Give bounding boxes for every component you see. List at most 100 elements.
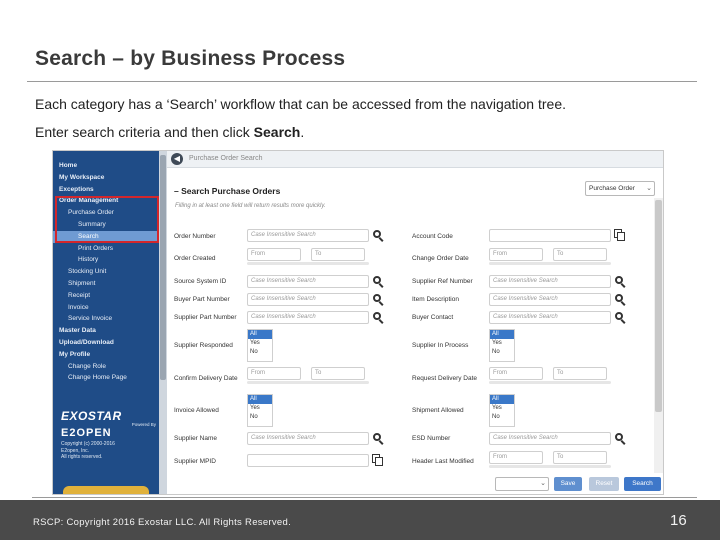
option-yes[interactable]: Yes <box>490 339 514 348</box>
nav-item-my-workspace[interactable]: My Workspace <box>53 172 157 184</box>
nav-item-shipment[interactable]: Shipment <box>53 278 157 290</box>
nav-item-invoice[interactable]: Invoice <box>53 302 157 314</box>
label-confirm-delivery-date: Confirm Delivery Date <box>174 375 238 382</box>
label-supplier-part-number: Supplier Part Number <box>174 314 237 321</box>
search-icon[interactable] <box>372 311 384 324</box>
option-all[interactable]: All <box>248 395 272 404</box>
label-account-code: Account Code <box>412 233 453 240</box>
supplier-responded-list[interactable]: All Yes No <box>247 329 273 362</box>
nav-scrollbar[interactable] <box>159 151 167 494</box>
invoice-allowed-list[interactable]: All Yes No <box>247 394 273 427</box>
nav-item-change-home-page[interactable]: Change Home Page <box>53 372 157 384</box>
supplier-in-process-list[interactable]: All Yes No <box>489 329 515 362</box>
search-icon[interactable] <box>614 311 626 324</box>
document-type-select[interactable]: Purchase Order ⌄ <box>585 181 655 196</box>
copyright-line-3: All rights reserved. <box>61 454 103 460</box>
search-icon[interactable] <box>372 432 384 445</box>
header-last-modified-to[interactable]: To <box>553 451 607 464</box>
main-scrollbar-thumb[interactable] <box>655 200 662 412</box>
confirm-delivery-date-range: From To <box>247 367 369 384</box>
buyer-contact-input[interactable]: Case Insensitive Search <box>489 311 611 324</box>
nav-item-print-orders[interactable]: Print Orders <box>53 243 157 255</box>
header-last-modified-slider[interactable] <box>489 465 611 468</box>
nav-item-receipt[interactable]: Receipt <box>53 290 157 302</box>
app-screenshot: Home My Workspace Exceptions Order Manag… <box>52 150 664 495</box>
save-button[interactable]: Save <box>554 477 582 491</box>
item-description-input[interactable]: Case Insensitive Search <box>489 293 611 306</box>
search-icon[interactable] <box>372 293 384 306</box>
option-no[interactable]: No <box>490 413 514 422</box>
request-delivery-date-to[interactable]: To <box>553 367 607 380</box>
search-button[interactable]: Search <box>624 477 661 491</box>
exostar-logo: EXOSTAR <box>61 409 122 423</box>
option-no[interactable]: No <box>248 413 272 422</box>
footer-copyright: RSCP: Copyright 2016 Exostar LLC. All Ri… <box>33 517 292 528</box>
search-icon[interactable] <box>614 275 626 288</box>
change-order-date-to[interactable]: To <box>553 248 607 261</box>
search-icon[interactable] <box>372 229 384 242</box>
option-all[interactable]: All <box>490 330 514 339</box>
e2open-logo: E2OPEN <box>61 427 112 439</box>
confirm-delivery-date-from[interactable]: From <box>247 367 301 380</box>
highlight-box <box>55 196 159 243</box>
shipment-allowed-list[interactable]: All Yes No <box>489 394 515 427</box>
copy-icon[interactable] <box>372 454 384 467</box>
header-last-modified-from[interactable]: From <box>489 451 543 464</box>
option-all[interactable]: All <box>248 330 272 339</box>
nav-item-upload-download[interactable]: Upload/Download <box>53 337 157 349</box>
option-yes[interactable]: Yes <box>248 404 272 413</box>
option-yes[interactable]: Yes <box>490 404 514 413</box>
slide-title: Search – by Business Process <box>35 47 346 70</box>
source-system-id-input[interactable]: Case Insensitive Search <box>247 275 369 288</box>
saved-search-select[interactable]: ⌄ <box>495 477 549 491</box>
option-all[interactable]: All <box>490 395 514 404</box>
request-delivery-date-slider[interactable] <box>489 381 611 384</box>
reset-button[interactable]: Reset <box>589 477 619 491</box>
request-delivery-date-from[interactable]: From <box>489 367 543 380</box>
supplier-ref-number-input[interactable]: Case Insensitive Search <box>489 275 611 288</box>
breadcrumb: Purchase Order Search <box>189 155 263 162</box>
order-created-range: From To <box>247 248 369 265</box>
nav-item-service-invoice[interactable]: Service Invoice <box>53 313 157 325</box>
order-number-input[interactable]: Case Insensitive Search <box>247 229 369 242</box>
order-created-to[interactable]: To <box>311 248 365 261</box>
supplier-mpid-input[interactable] <box>247 454 369 467</box>
search-icon[interactable] <box>372 275 384 288</box>
nav-item-stocking-unit[interactable]: Stocking Unit <box>53 266 157 278</box>
order-created-slider[interactable] <box>247 262 369 265</box>
confirm-delivery-date-to[interactable]: To <box>311 367 365 380</box>
nav-item-home[interactable]: Home <box>53 160 157 172</box>
nav-bottom-tab[interactable] <box>63 486 149 494</box>
copy-icon[interactable] <box>614 229 626 242</box>
nav-scrollbar-thumb[interactable] <box>160 155 166 380</box>
intro-text: Each category has a ‘Search’ workflow th… <box>35 96 566 112</box>
section-title[interactable]: – Search Purchase Orders <box>174 186 280 196</box>
chevron-down-icon: ⌄ <box>540 480 546 487</box>
option-yes[interactable]: Yes <box>248 339 272 348</box>
label-buyer-part-number: Buyer Part Number <box>174 296 230 303</box>
option-no[interactable]: No <box>248 348 272 357</box>
supplier-part-number-input[interactable]: Case Insensitive Search <box>247 311 369 324</box>
confirm-delivery-date-slider[interactable] <box>247 381 369 384</box>
title-divider <box>27 81 697 82</box>
search-icon[interactable] <box>614 432 626 445</box>
search-icon[interactable] <box>614 293 626 306</box>
nav-item-change-role[interactable]: Change Role <box>53 361 157 373</box>
buyer-part-number-input[interactable]: Case Insensitive Search <box>247 293 369 306</box>
nav-item-my-profile[interactable]: My Profile <box>53 349 157 361</box>
esd-number-input[interactable]: Case Insensitive Search <box>489 432 611 445</box>
back-arrow-icon[interactable]: ◀ <box>171 153 183 165</box>
order-created-from[interactable]: From <box>247 248 301 261</box>
change-order-date-slider[interactable] <box>489 262 611 265</box>
account-code-input[interactable] <box>489 229 611 242</box>
nav-item-exceptions[interactable]: Exceptions <box>53 184 157 196</box>
change-order-date-from[interactable]: From <box>489 248 543 261</box>
main-scrollbar[interactable] <box>654 198 663 473</box>
change-order-date-range: From To <box>489 248 611 265</box>
nav-item-master-data[interactable]: Master Data <box>53 325 157 337</box>
supplier-name-input[interactable]: Case Insensitive Search <box>247 432 369 445</box>
option-no[interactable]: No <box>490 348 514 357</box>
label-request-delivery-date: Request Delivery Date <box>412 375 478 382</box>
instruction-suffix: . <box>300 124 305 140</box>
nav-item-history[interactable]: History <box>53 254 157 266</box>
